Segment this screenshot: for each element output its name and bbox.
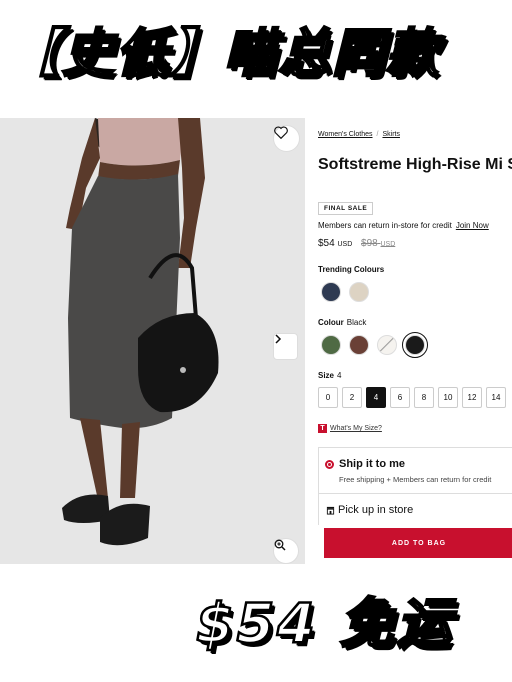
swatch-trending-navy[interactable] xyxy=(321,282,341,302)
size-guide-icon: T xyxy=(318,424,327,433)
product-info-panel: Women's Clothes / Skirts Softstreme High-R… xyxy=(305,118,512,564)
swatch-black[interactable] xyxy=(402,332,428,358)
trending-colours-label: Trending Colours xyxy=(318,265,385,274)
chevron-right-icon xyxy=(275,334,282,344)
original-price-value: $98 xyxy=(361,238,378,249)
size-label: Size 4 xyxy=(318,371,341,380)
bottom-banner: $54 免运 xyxy=(0,564,512,682)
colour-value: Black xyxy=(346,318,367,327)
ship-subtitle: Free shipping + Members can return for c… xyxy=(339,475,492,484)
size-value: 4 xyxy=(337,371,342,380)
favorite-button[interactable] xyxy=(273,125,300,152)
zoom-button[interactable] xyxy=(273,538,299,564)
final-sale-badge: FINAL SALE xyxy=(318,202,374,215)
product-image[interactable] xyxy=(0,118,305,564)
size-option[interactable]: 10 xyxy=(438,387,458,408)
size-option[interactable]: 14 xyxy=(486,387,506,408)
size-option[interactable]: 6 xyxy=(390,387,410,408)
store-icon xyxy=(326,506,335,515)
credit-note-text: Members can return in-store for credit xyxy=(318,221,452,230)
size-option[interactable]: 12 xyxy=(462,387,482,408)
current-currency: USD xyxy=(337,241,353,248)
heart-icon xyxy=(274,126,288,139)
size-guide-text: What's My Size? xyxy=(330,425,382,432)
promo-text: $54 免运 xyxy=(195,591,454,657)
size-option[interactable]: 8 xyxy=(414,387,434,408)
colour-label-text: Colour xyxy=(318,318,344,327)
size-guide-link[interactable]: T What's My Size? xyxy=(318,424,382,433)
colour-label: Colour Black xyxy=(318,318,366,327)
price: $54 USD $98 USD xyxy=(318,238,395,249)
product-title: Softstreme High-Rise Mi Skirt xyxy=(318,156,512,173)
banner-title: 【史低】喵总同款 xyxy=(7,23,441,86)
zoom-in-icon xyxy=(274,539,286,551)
swatch-trending-oatmeal[interactable] xyxy=(349,282,369,302)
swatch-mahogany[interactable] xyxy=(349,335,369,355)
top-banner: 【史低】喵总同款 xyxy=(0,0,512,118)
ship-title: Ship it to me xyxy=(339,458,405,470)
breadcrumb-separator: / xyxy=(376,131,379,138)
breadcrumb: Women's Clothes / Skirts xyxy=(318,131,400,138)
pickup-title: Pick up in store xyxy=(338,504,414,516)
ship-radio[interactable] xyxy=(325,460,334,469)
original-price: $98 USD xyxy=(361,238,395,249)
add-to-bag-button[interactable]: ADD TO BAG xyxy=(324,528,512,558)
current-price: $54 xyxy=(318,238,335,249)
breadcrumb-womens-clothes[interactable]: Women's Clothes xyxy=(318,131,373,138)
product-photo-illustration xyxy=(0,118,305,564)
size-option[interactable]: 0 xyxy=(318,387,338,408)
size-label-text: Size xyxy=(318,371,335,380)
ship-option[interactable]: Ship it to me Free shipping + Members ca… xyxy=(318,447,512,493)
swatch-white-stripe[interactable] xyxy=(377,335,397,355)
join-now-link[interactable]: Join Now xyxy=(456,221,489,230)
credit-note: Members can return in-store for credit Jo… xyxy=(318,221,489,230)
size-option-selected[interactable]: 4 xyxy=(366,387,386,408)
pickup-option[interactable]: Pick up in store xyxy=(318,493,512,525)
size-options: 0 2 4 6 8 10 12 14 xyxy=(318,387,506,408)
breadcrumb-skirts[interactable]: Skirts xyxy=(382,131,400,138)
original-currency: USD xyxy=(380,241,396,248)
size-option[interactable]: 2 xyxy=(342,387,362,408)
next-image-button[interactable] xyxy=(273,333,298,360)
swatch-olive[interactable] xyxy=(321,335,341,355)
